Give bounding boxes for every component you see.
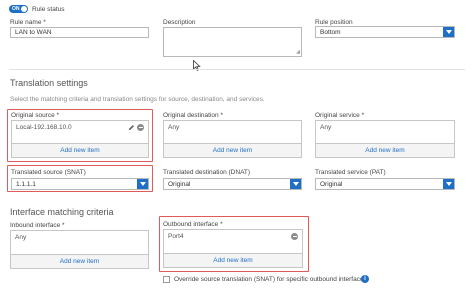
rule-status-label: Rule status bbox=[32, 6, 65, 13]
list-item[interactable]: Port4 bbox=[164, 230, 302, 243]
outbound-interface-item: Port4 bbox=[168, 233, 184, 240]
original-service-item: Any bbox=[320, 124, 332, 131]
original-service-label: Original service * bbox=[315, 112, 365, 119]
chevron-down-icon bbox=[443, 27, 454, 37]
remove-icon[interactable] bbox=[137, 124, 144, 131]
rule-position-value: Bottom bbox=[320, 28, 341, 36]
list-item[interactable]: Any bbox=[11, 231, 148, 244]
translated-service-value: Original bbox=[320, 180, 343, 188]
original-source-item: Local-192.168.10.0 bbox=[16, 124, 72, 131]
toggle-state-label: ON bbox=[12, 6, 20, 12]
list-item[interactable]: Any bbox=[164, 121, 301, 134]
edit-pencil-icon[interactable] bbox=[128, 124, 135, 131]
translation-settings-subtitle: Select the matching criteria and transla… bbox=[10, 96, 265, 103]
inbound-interface-list: Any Add new item bbox=[10, 230, 149, 269]
translated-source-select[interactable]: 1.1.1.1 bbox=[11, 178, 149, 190]
outbound-interface-list: Port4 Add new item bbox=[163, 229, 303, 268]
original-source-label: Original source * bbox=[11, 112, 60, 119]
rule-name-value: LAN to WAN bbox=[15, 29, 52, 36]
info-icon[interactable]: i bbox=[361, 275, 369, 283]
translated-service-select[interactable]: Original bbox=[315, 178, 455, 190]
add-new-item-button[interactable]: Add new item bbox=[316, 143, 454, 157]
description-label: Description bbox=[163, 19, 196, 26]
translated-destination-label: Translated destination (DNAT) bbox=[163, 169, 251, 176]
original-source-list: Local-192.168.10.0 Add new item bbox=[11, 120, 149, 158]
resize-handle-icon: ◢ bbox=[296, 49, 300, 55]
translated-source-label: Translated source (SNAT) bbox=[11, 169, 86, 176]
chevron-down-icon bbox=[443, 179, 454, 189]
translation-settings-title: Translation settings bbox=[10, 78, 88, 88]
rule-status-toggle[interactable]: ON bbox=[9, 5, 28, 13]
divider bbox=[9, 69, 465, 70]
override-snat-label: Override source translation (SNAT) for s… bbox=[174, 276, 367, 283]
inbound-interface-item: Any bbox=[15, 234, 27, 241]
list-item[interactable]: Any bbox=[316, 121, 454, 134]
rule-position-label: Rule position bbox=[315, 19, 353, 26]
chevron-down-icon bbox=[290, 179, 301, 189]
translated-destination-select[interactable]: Original bbox=[163, 178, 302, 190]
inbound-interface-label: Inbound interface * bbox=[10, 222, 65, 229]
add-new-item-button[interactable]: Add new item bbox=[164, 143, 301, 157]
rule-name-input[interactable]: LAN to WAN bbox=[10, 27, 149, 38]
original-destination-item: Any bbox=[168, 124, 180, 131]
translated-source-value: 1.1.1.1 bbox=[16, 180, 36, 188]
original-service-list: Any Add new item bbox=[315, 120, 455, 158]
add-new-item-button[interactable]: Add new item bbox=[11, 254, 148, 268]
description-textarea[interactable]: ◢ bbox=[163, 27, 302, 57]
toggle-knob bbox=[21, 6, 27, 12]
rule-name-label: Rule name * bbox=[10, 19, 46, 26]
override-snat-checkbox[interactable] bbox=[163, 276, 170, 283]
original-destination-label: Original destination * bbox=[163, 112, 223, 119]
remove-icon[interactable] bbox=[291, 233, 298, 240]
chevron-down-icon bbox=[137, 179, 148, 189]
list-item[interactable]: Local-192.168.10.0 bbox=[12, 121, 148, 134]
outbound-interface-label: Outbound interface * bbox=[163, 221, 223, 228]
original-destination-list: Any Add new item bbox=[163, 120, 302, 158]
interface-matching-title: Interface matching criteria bbox=[10, 207, 114, 217]
add-new-item-button[interactable]: Add new item bbox=[164, 253, 302, 267]
translated-service-label: Translated service (PAT) bbox=[315, 169, 386, 176]
rule-position-select[interactable]: Bottom bbox=[315, 26, 455, 38]
add-new-item-button[interactable]: Add new item bbox=[12, 143, 148, 157]
translated-destination-value: Original bbox=[168, 180, 191, 188]
